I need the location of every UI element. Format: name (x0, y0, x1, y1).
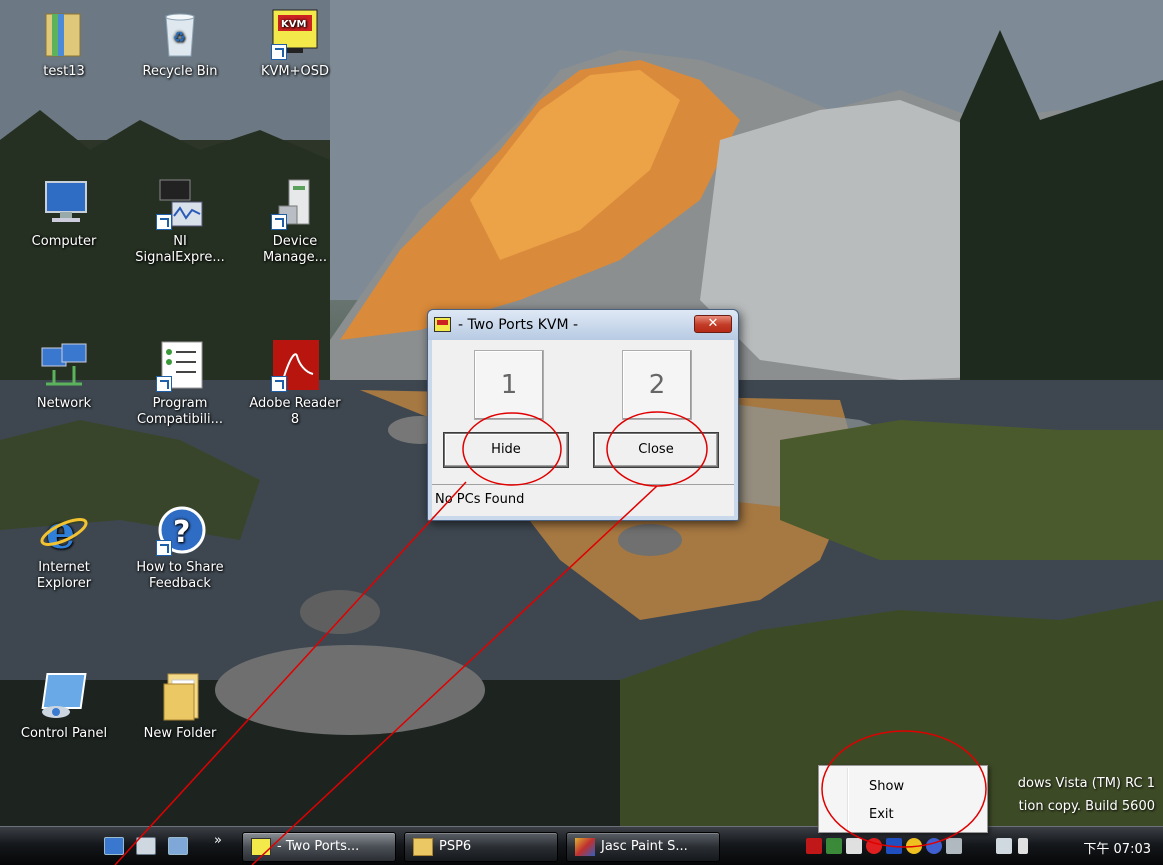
desktop-icon-label: Control Panel (20, 726, 108, 741)
kvm-app-icon (434, 317, 451, 332)
help-icon: ? (154, 504, 206, 556)
recycle-bin-icon: ♻ (154, 8, 206, 60)
desktop-icon-new-folder[interactable]: New Folder (130, 670, 230, 742)
clock[interactable]: 下午 07:03 (1083, 838, 1151, 857)
tray-app-icon[interactable] (946, 838, 962, 854)
internet-explorer-icon: e (38, 504, 90, 559)
desktop-icon-label: Computer (31, 234, 97, 249)
desktop-icon-label: Program Compatibili... (136, 396, 224, 427)
paint-shop-icon (575, 838, 595, 856)
hide-button[interactable]: Hide (444, 433, 568, 467)
desktop-icon-label: New Folder (143, 726, 217, 741)
desktop-icon-test13[interactable]: test13 (14, 8, 114, 80)
shortcut-arrow-icon (271, 376, 287, 392)
kvm-dialog: - Two Ports KVM - ✕ 1 2 Hide Close No PC… (427, 309, 739, 521)
kvm-icon: KVM (269, 8, 321, 60)
folder-icon (413, 838, 433, 856)
status-divider (432, 484, 734, 485)
status-text: No PCs Found (435, 492, 525, 507)
taskbar: » - Two Ports... PSP6 Jasc Paint S... 下午… (0, 826, 1163, 865)
kvm-app-icon (251, 838, 271, 856)
computer-icon (38, 178, 90, 230)
network-status-icon[interactable] (996, 838, 1012, 854)
desktop-icon-device-manager[interactable]: Device Manage... (245, 178, 345, 266)
shortcut-arrow-icon (271, 44, 287, 60)
tray-context-menu: Show Exit (818, 765, 988, 833)
security-center-icon[interactable] (866, 838, 882, 854)
tray-app-icon[interactable] (826, 838, 842, 854)
taskbar-button-label: PSP6 (439, 839, 472, 854)
menu-item-exit[interactable]: Exit (869, 807, 894, 822)
warning-icon[interactable] (906, 838, 922, 854)
os-watermark-line1: dows Vista (TM) RC 1 (1017, 776, 1155, 791)
dialog-body: 1 2 Hide Close No PCs Found (432, 340, 734, 516)
desktop-icon-how-to-share-feedback[interactable]: ? How to Share Feedback (130, 504, 230, 592)
device-manager-icon (269, 178, 321, 230)
close-icon[interactable]: ✕ (694, 315, 732, 333)
tray-app-icon[interactable] (846, 838, 862, 854)
taskbar-button-jasc-paint-shop[interactable]: Jasc Paint S... (566, 832, 720, 862)
desktop-icon-computer[interactable]: Computer (14, 178, 114, 250)
tray-app-icon[interactable] (926, 838, 942, 854)
svg-text:♻: ♻ (173, 30, 186, 46)
system-tray: 下午 07:03 (806, 831, 1163, 863)
port-1-button[interactable]: 1 (474, 350, 544, 420)
signal-express-icon (154, 178, 206, 230)
shortcut-arrow-icon (271, 214, 287, 230)
os-watermark-line2: tion copy. Build 5600 (1018, 799, 1155, 814)
desktop-icon-signalexpress[interactable]: NI SignalExpre... (130, 178, 230, 266)
desktop-icon-internet-explorer[interactable]: e Internet Explorer (14, 504, 114, 592)
taskbar-button-label: Jasc Paint S... (601, 839, 688, 854)
quick-launch-icon[interactable] (168, 837, 188, 855)
volume-icon[interactable] (1018, 838, 1028, 854)
program-compatibility-icon (154, 340, 206, 392)
desktop-icon-label: NI SignalExpre... (135, 234, 225, 265)
adobe-reader-icon (269, 340, 321, 392)
tray-app-icon[interactable] (886, 838, 902, 854)
shortcut-arrow-icon (156, 376, 172, 392)
dialog-title: - Two Ports KVM - (458, 317, 579, 333)
switch-windows-icon[interactable] (136, 837, 156, 855)
desktop-icon-kvm-osd[interactable]: KVM KVM+OSD (245, 8, 345, 80)
taskbar-button-label: - Two Ports... (277, 839, 360, 854)
menu-item-show[interactable]: Show (869, 779, 904, 794)
desktop-icon-label: Recycle Bin (142, 64, 218, 79)
svg-text:KVM: KVM (281, 19, 306, 30)
desktop-icon-label: How to Share Feedback (136, 560, 224, 591)
desktop-icon-network[interactable]: Network (14, 340, 114, 412)
show-desktop-icon[interactable] (104, 837, 124, 855)
port-2-button[interactable]: 2 (622, 350, 692, 420)
desktop-icon-recycle-bin[interactable]: ♻ Recycle Bin (130, 8, 230, 80)
taskbar-button-psp6[interactable]: PSP6 (404, 832, 558, 862)
desktop-icon-label: test13 (43, 64, 85, 79)
close-button[interactable]: Close (594, 433, 718, 467)
taskbar-button-two-ports-kvm[interactable]: - Two Ports... (242, 832, 396, 862)
dialog-titlebar[interactable]: - Two Ports KVM - ✕ (428, 310, 738, 340)
desktop-icon-label: Network (36, 396, 92, 411)
svg-text:?: ? (173, 515, 190, 550)
desktop-icon-label: KVM+OSD (260, 64, 330, 79)
desktop-icon-label: Internet Explorer (36, 560, 92, 591)
folder-zip-icon (38, 8, 90, 60)
norton-icon[interactable] (806, 838, 822, 854)
desktop-icon-program-compatibility[interactable]: Program Compatibili... (130, 340, 230, 428)
desktop-icon-label: Adobe Reader 8 (249, 396, 341, 427)
shortcut-arrow-icon (156, 214, 172, 230)
control-panel-icon (38, 670, 90, 722)
desktop-icon-adobe-reader[interactable]: Adobe Reader 8 (245, 340, 345, 428)
desktop-icon-control-panel[interactable]: Control Panel (14, 670, 114, 742)
desktop-icon-label: Device Manage... (262, 234, 328, 265)
network-icon (38, 340, 90, 392)
folder-icon (154, 670, 206, 722)
shortcut-arrow-icon (156, 540, 172, 556)
quick-launch-more-icon[interactable]: » (214, 833, 222, 848)
